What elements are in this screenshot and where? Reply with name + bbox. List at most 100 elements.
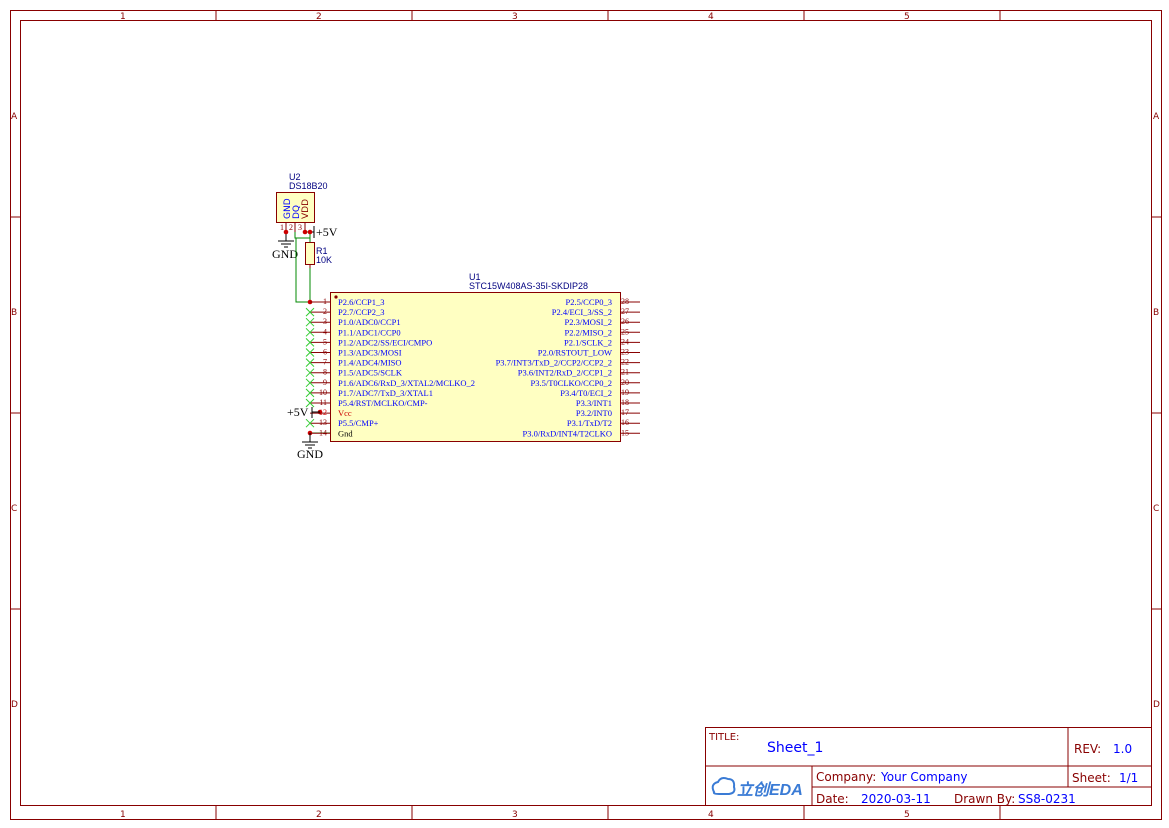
easyeda-logo: 立创EDA: [711, 777, 803, 799]
u1-pin-number: 21: [621, 368, 629, 377]
company-value: Your Company: [880, 770, 968, 784]
rev-value: 1.0: [1113, 742, 1132, 756]
u1-pin-number: 8: [323, 368, 327, 377]
u1-pin-number: 24: [621, 337, 629, 346]
u2-part-name: DS18B20: [289, 181, 328, 191]
u1-pin-name: P1.7/ADC7/TxD_3/XTAL1: [338, 388, 433, 398]
vcc-label-mcu: +5V: [287, 405, 309, 419]
u1-pin-name: P2.4/ECI_3/SS_2: [552, 307, 612, 317]
u1-pin-name: Vcc: [338, 408, 352, 418]
frame-column-label: 5: [904, 12, 910, 22]
u1-pin-number: 7: [323, 358, 327, 367]
u1-pin-name: P3.2/INT0: [576, 408, 612, 418]
u1-pin-number: 26: [621, 317, 629, 326]
u1-pin-number: 22: [621, 358, 629, 367]
u1-pin-number: 18: [621, 398, 629, 407]
u1-pin-number: 19: [621, 388, 629, 397]
u1-pin-name: P3.5/T0CLKO/CCP0_2: [531, 378, 612, 388]
u1-pin-name: P3.4/T0/ECI_2: [560, 388, 612, 398]
gnd-label-mcu: GND: [297, 447, 323, 461]
u1-pin-name: P1.5/ADC5/SCLK: [338, 368, 403, 378]
u1-pin-number: 4: [323, 327, 327, 336]
u1-pin-number: 28: [621, 297, 629, 306]
u2-pin1-number: 1: [280, 223, 284, 232]
frame-column-label: 2: [316, 810, 322, 820]
u1-pin-name: P1.2/ADC2/SS/ECI/CMPO: [338, 337, 432, 347]
u2-pin2-number: 2: [289, 223, 293, 232]
u1-pin-number: 12: [319, 408, 327, 417]
u1-pin-name: P2.5/CCP0_3: [565, 297, 612, 307]
u1-pin-number: 25: [621, 327, 629, 336]
junction-dot: [283, 229, 289, 235]
u1-pin-number: 5: [323, 337, 327, 346]
sheet-label: Sheet:: [1072, 771, 1111, 785]
u1-pin-name: P1.6/ADC6/RxD_3/XTAL2/MCLKO_2: [338, 378, 475, 388]
schematic-sheet: 1122334455A AB BC CD D U2 DS18B20 GND DQ VDD…: [10, 10, 1162, 820]
u1-pin-number: 27: [621, 307, 629, 316]
u1-pin-name: P2.3/MOSI_2: [565, 317, 612, 327]
frame-row-label: A: [1153, 112, 1160, 122]
frame-column-label: 1: [120, 12, 126, 22]
u1-pin-number: 17: [621, 408, 629, 417]
drawn-by-label: Drawn By:: [954, 792, 1015, 806]
frame-row-label: B: [1153, 308, 1159, 318]
u1-pin-number: 11: [319, 398, 327, 407]
u1-pin-number: 9: [323, 378, 327, 387]
frame-column-label: 3: [512, 810, 518, 820]
u1-pin-name: P2.7/CCP2_3: [338, 307, 385, 317]
r1-body: [305, 242, 315, 265]
u2-pin3-number: 3: [298, 223, 302, 232]
frame-row-label: D: [11, 700, 18, 710]
u1-pin-number: 14: [319, 428, 327, 437]
u1-pin-number: 20: [621, 378, 629, 387]
frame-row-label: D: [1153, 700, 1160, 710]
u1-pin-name: P5.5/CMP+: [338, 418, 379, 428]
u1-pin-name: P2.1/SCLK_2: [564, 337, 612, 347]
date-label: Date:: [816, 792, 849, 806]
u1-pin-name: P3.0/RxD/INT4/T2CLKO: [523, 428, 613, 438]
rev-label: REV:: [1074, 742, 1101, 756]
vcc-label-top: +5V: [316, 225, 338, 239]
junction-dot: [302, 229, 308, 235]
u1-pin-number: 1: [323, 297, 327, 306]
u1-pin-number: 10: [319, 388, 327, 397]
drawn-by-value: SS8-0231: [1018, 792, 1076, 806]
u1-pin-name: P2.0/RSTOUT_LOW: [538, 348, 612, 358]
u1-pin-name: P5.4/RST/MCLKO/CMP-: [338, 398, 428, 408]
u2-pin3-name: VDD: [301, 199, 311, 219]
u1-pin-name: P1.0/ADC0/CCP1: [338, 317, 401, 327]
u1-pin-name: Gnd: [338, 428, 353, 438]
sheet-value: 1/1: [1119, 771, 1138, 785]
u1-pin-number: 23: [621, 348, 629, 357]
u1-pin-name: P1.3/ADC3/MOSI: [338, 348, 402, 358]
u1-pin-number: 3: [323, 317, 327, 326]
u1-pin-name: P1.4/ADC4/MISO: [338, 358, 402, 368]
gnd-label-top: GND: [272, 247, 298, 261]
frame-column-label: 2: [316, 12, 322, 22]
u1-pin-number: 13: [319, 418, 327, 427]
u1-pin-number: 6: [323, 348, 327, 357]
logo-text: 立创EDA: [737, 781, 803, 799]
u1-pin-name: P3.1/TxD/T2: [567, 418, 612, 428]
u1-mcu: U1 STC15W408AS-35I-SKDIP28 1 P2.6/CCP1_32…: [305, 272, 640, 442]
frame-column-label: 4: [708, 810, 714, 820]
frame-row-label: B: [11, 308, 17, 318]
frame-row-label: C: [11, 504, 17, 514]
u2-ds18b20: U2 DS18B20 GND DQ VDD 1 2 3: [276, 172, 328, 232]
cloud-logo-icon: [711, 777, 736, 795]
u1-pin-number: 16: [621, 418, 629, 427]
title-label: TITLE:: [708, 732, 739, 743]
u1-pin-name: P3.3/INT1: [576, 398, 612, 408]
frame-column-label: 4: [708, 12, 714, 22]
junction-dot: [307, 229, 313, 235]
u1-pin-number: 2: [323, 307, 327, 316]
r1-value: 10K: [316, 255, 332, 265]
u1-pin-name: P2.6/CCP1_3: [338, 297, 385, 307]
u1-part-name: STC15W408AS-35I-SKDIP28: [469, 281, 588, 291]
frame-row-label: A: [11, 112, 18, 122]
frame-row-label: C: [1153, 504, 1159, 514]
u1-pin-name: P3.6/INT2/RxD_2/CCP1_2: [518, 368, 612, 378]
u1-pin-name: P3.7/INT3/TxD_2/CCP2/CCP2_2: [496, 358, 612, 368]
date-value: 2020-03-11: [861, 792, 931, 806]
u1-pin-name: P2.2/MISO_2: [565, 327, 612, 337]
